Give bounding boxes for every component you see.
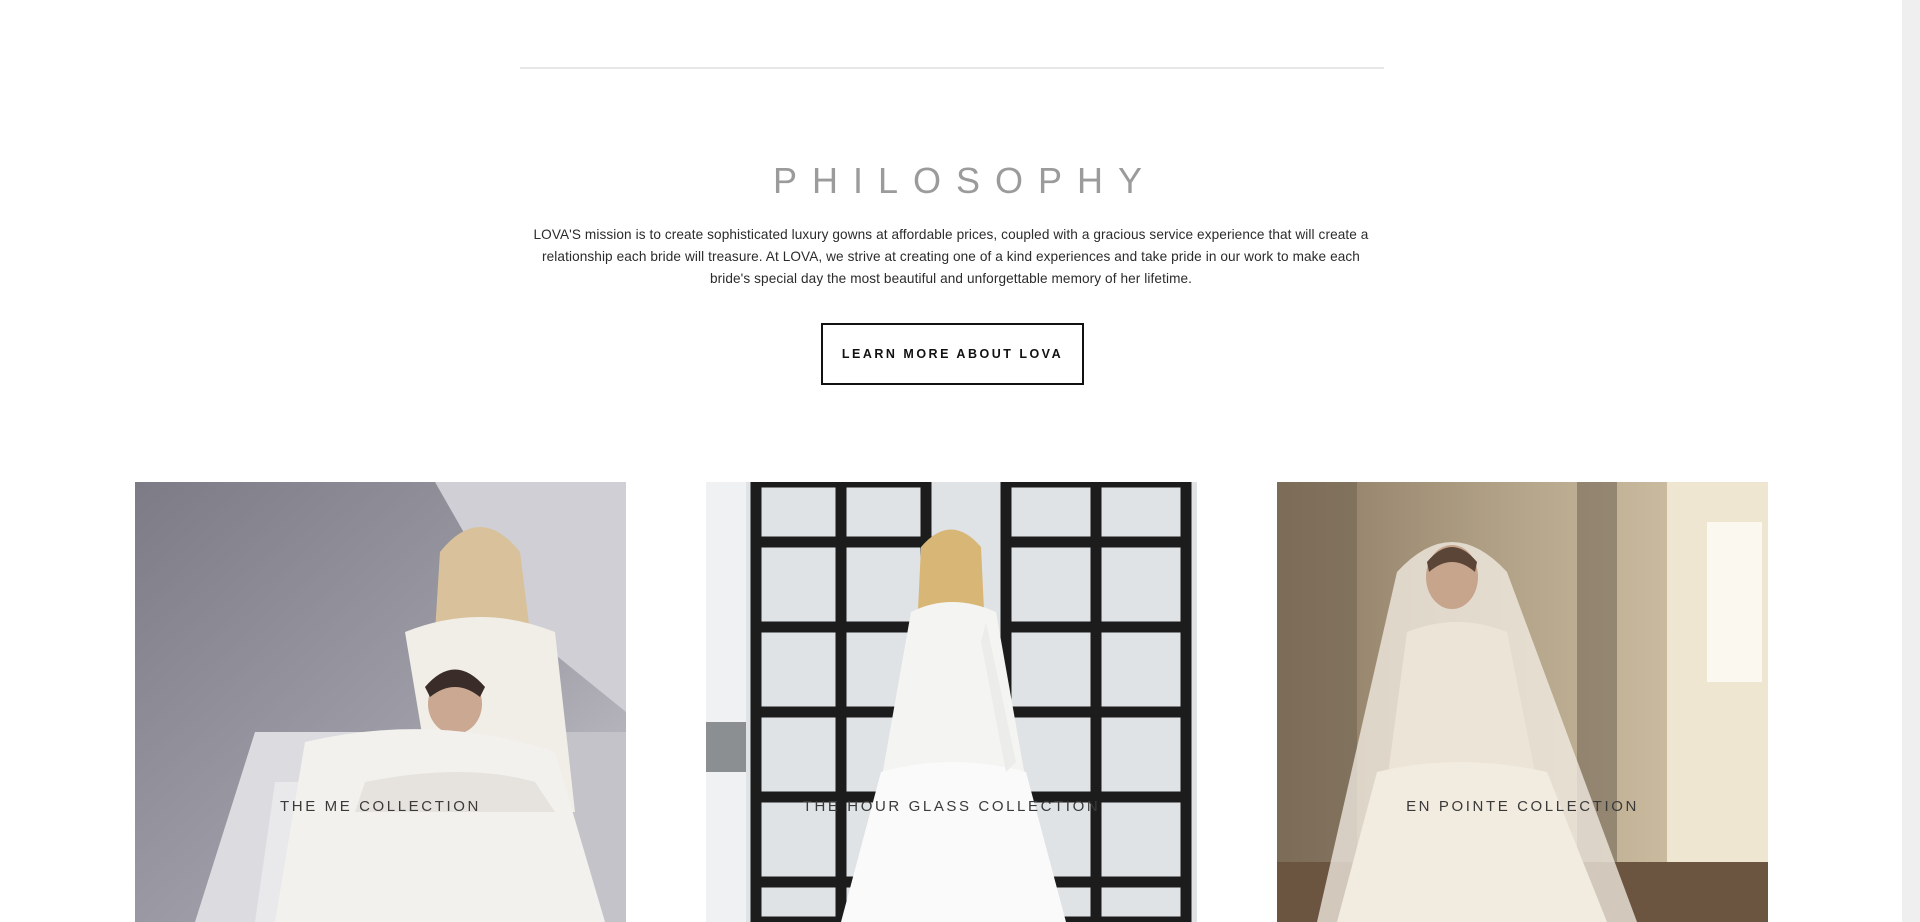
collection-image-me xyxy=(135,482,626,922)
collection-label-me: THE ME COLLECTION xyxy=(280,798,481,815)
learn-more-button[interactable]: LEARN MORE ABOUT LOVA xyxy=(821,323,1084,385)
collection-image-hour-glass xyxy=(706,482,1197,922)
collection-label-hour-glass: THE HOUR GLASS COLLECTION xyxy=(802,798,1101,815)
mission-paragraph: LOVA'S mission is to create sophisticate… xyxy=(533,227,1369,286)
section-divider xyxy=(520,67,1384,69)
page: PHILOSOPHY LOVA'S mission is to create s… xyxy=(0,0,1920,922)
collection-card-hour-glass[interactable]: THE HOUR GLASS COLLECTION xyxy=(706,482,1197,922)
collection-label-en-pointe: EN POINTE COLLECTION xyxy=(1406,798,1639,815)
collection-card-en-pointe[interactable]: EN POINTE COLLECTION xyxy=(1277,482,1768,922)
collection-image-en-pointe xyxy=(1277,482,1768,922)
page-scrollbar[interactable] xyxy=(1902,0,1920,922)
collection-card-me[interactable]: THE ME COLLECTION xyxy=(135,482,626,922)
philosophy-heading: PHILOSOPHY xyxy=(772,160,1158,201)
